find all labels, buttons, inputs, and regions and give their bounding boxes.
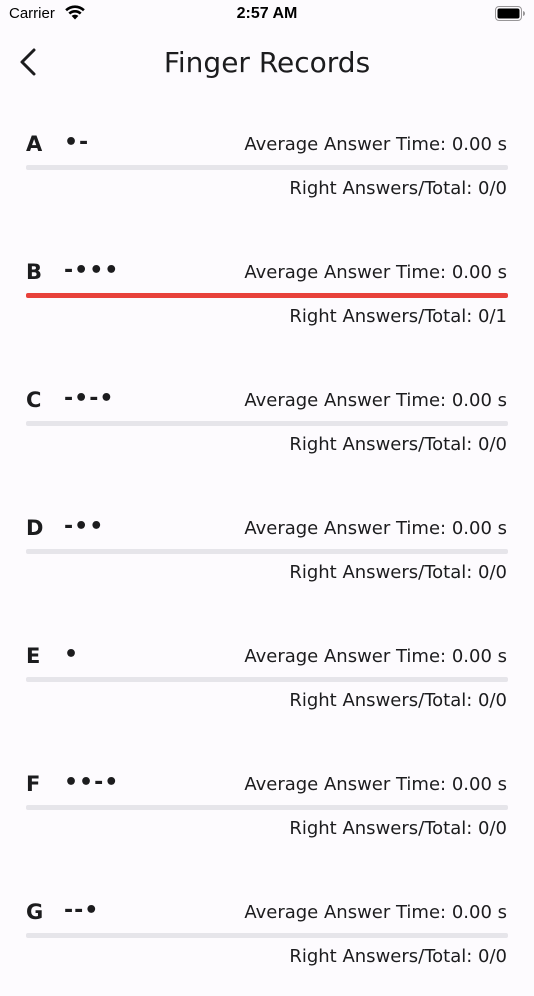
record-row: G --• Average Answer Time: 0.00 s Right … [0,868,534,996]
record-morse-code: • [64,642,80,667]
record-average-time: Average Answer Time: 0.00 s [244,262,507,283]
record-average-time: Average Answer Time: 0.00 s [244,774,507,795]
record-row: D -•• Average Answer Time: 0.00 s Right … [0,484,534,612]
record-progress-bar [26,421,508,426]
record-row: A •- Average Answer Time: 0.00 s Right A… [0,100,534,228]
records-list: A •- Average Answer Time: 0.00 s Right A… [0,100,534,996]
record-right-total: Right Answers/Total: 0/0 [289,178,507,199]
record-morse-code: --• [64,898,100,923]
record-morse-code: ••-• [64,770,120,795]
record-progress-bar [26,933,508,938]
record-average-time: Average Answer Time: 0.00 s [244,518,507,539]
record-row: F ••-• Average Answer Time: 0.00 s Right… [0,740,534,868]
record-right-total: Right Answers/Total: 0/0 [289,562,507,583]
record-average-time: Average Answer Time: 0.00 s [244,134,507,155]
record-progress-fill [26,293,508,298]
record-row: C -•-• Average Answer Time: 0.00 s Right… [0,356,534,484]
status-time: 2:57 AM [236,5,298,22]
record-average-time: Average Answer Time: 0.00 s [244,902,507,923]
record-progress-bar [26,805,508,810]
battery-icon [495,6,525,21]
record-letter: E [26,644,41,668]
record-progress-bar [26,293,508,298]
record-row: B -••• Average Answer Time: 0.00 s Right… [0,228,534,356]
record-morse-code: •- [64,130,90,155]
record-progress-bar [26,549,508,554]
record-progress-bar [26,165,508,170]
record-right-total: Right Answers/Total: 0/0 [289,818,507,839]
record-morse-code: -•• [64,514,105,539]
navigation-bar: Finger Records [0,28,534,100]
record-letter: D [26,516,44,540]
page-title: Finger Records [163,46,371,79]
record-average-time: Average Answer Time: 0.00 s [244,646,507,667]
record-letter: F [26,772,41,796]
record-right-total: Right Answers/Total: 0/1 [289,306,507,327]
record-morse-code: -••• [64,258,120,283]
record-right-total: Right Answers/Total: 0/0 [289,434,507,455]
record-row: E • Average Answer Time: 0.00 s Right An… [0,612,534,740]
record-letter: B [26,260,43,284]
status-bar: Carrier 2:57 AM [0,0,534,28]
record-average-time: Average Answer Time: 0.00 s [244,390,507,411]
record-morse-code: -•-• [64,386,115,411]
record-right-total: Right Answers/Total: 0/0 [289,690,507,711]
record-letter: C [26,388,42,412]
record-right-total: Right Answers/Total: 0/0 [289,946,507,967]
record-progress-bar [26,677,508,682]
record-letter: G [26,900,44,924]
record-letter: A [26,132,43,156]
